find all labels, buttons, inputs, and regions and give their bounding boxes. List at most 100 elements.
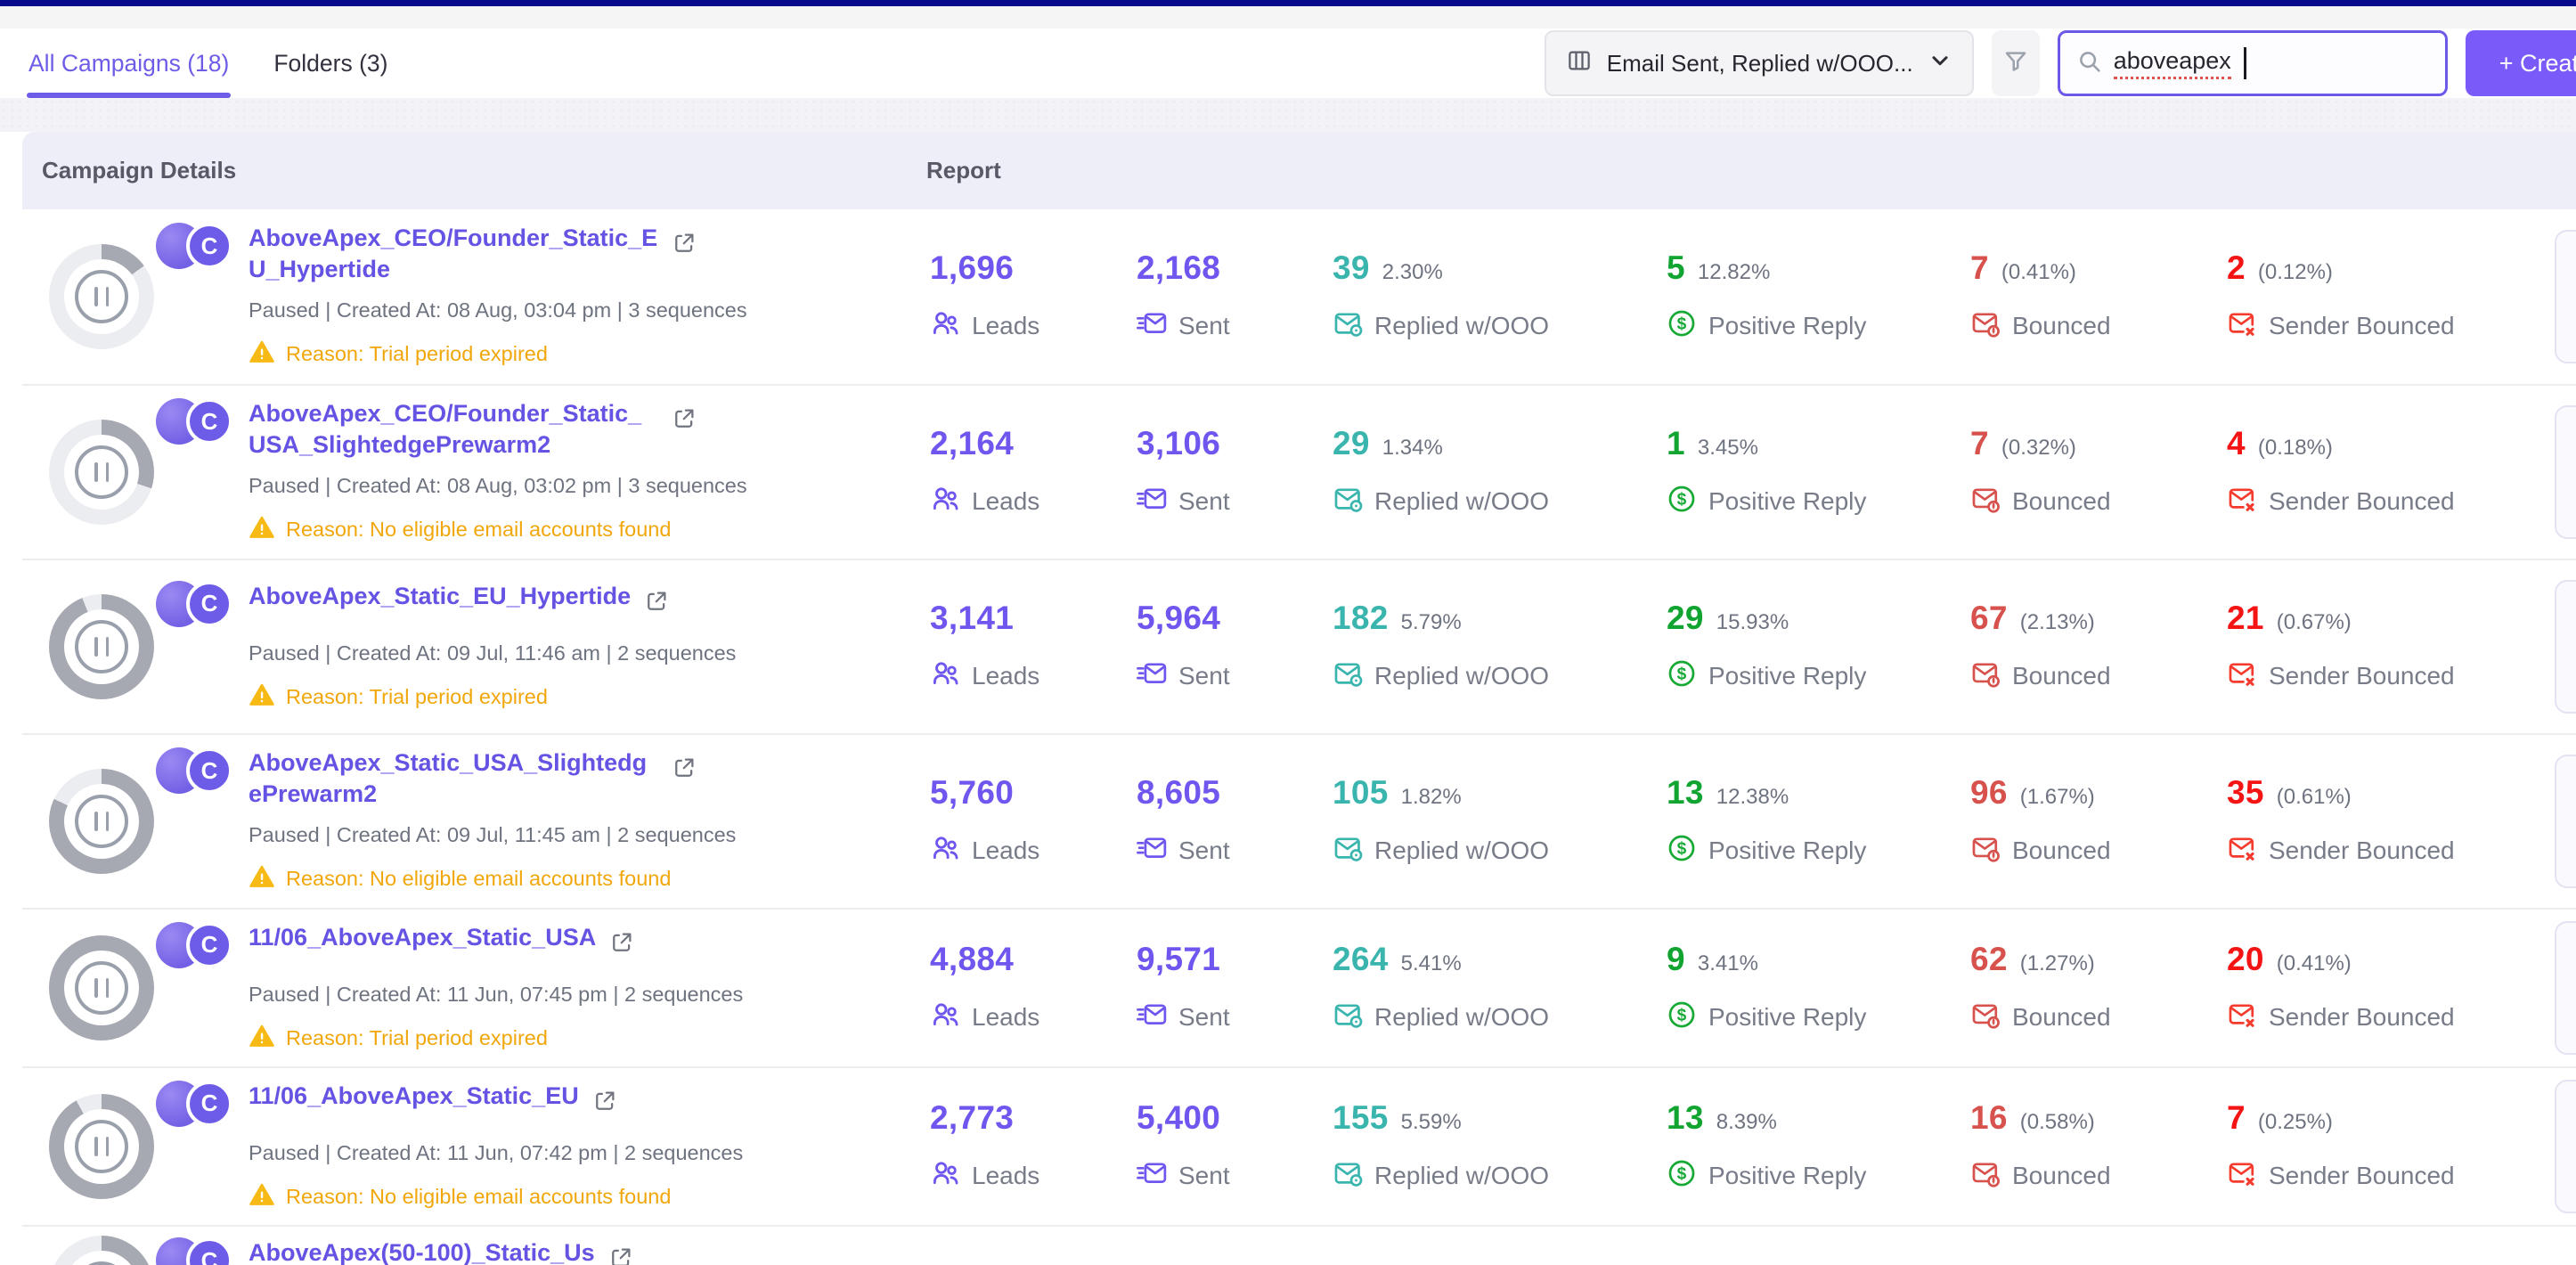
row-edge-panel[interactable] xyxy=(2555,230,2576,363)
warning-icon xyxy=(249,514,275,546)
external-link-icon[interactable] xyxy=(591,1088,618,1119)
tab-all-campaigns[interactable]: All Campaigns (18) xyxy=(27,29,232,98)
stat-sender-bounced: 4 (0.18%) Sender Bounced xyxy=(2227,425,2576,520)
stat-positive-reply: 13 12.38% $ Positive Reply xyxy=(1667,774,1970,869)
external-link-icon[interactable] xyxy=(671,755,697,786)
sent-value: 3,106 xyxy=(1137,424,1221,461)
bounced-label: Bounced xyxy=(2012,312,2111,339)
chevron-down-icon xyxy=(1928,48,1952,79)
report-columns-dropdown-label: Email Sent, Replied w/OOO... xyxy=(1606,49,1913,77)
svg-text:$: $ xyxy=(1677,665,1687,683)
stat-leads: 2,773 Leads xyxy=(930,1099,1137,1195)
tab-folders[interactable]: Folders (3) xyxy=(272,29,389,98)
external-link-icon[interactable] xyxy=(671,405,697,437)
client-badge: C xyxy=(186,747,232,795)
sender-bounced-value: 2 xyxy=(2227,249,2246,286)
positive-reply-value: 13 xyxy=(1667,1098,1704,1136)
pause-bar xyxy=(105,462,109,482)
positive-reply-percent: 12.82% xyxy=(1697,259,1771,284)
replied-value: 264 xyxy=(1333,940,1389,977)
campaign-name-link[interactable]: AboveApex_Static_EU_Hypertide xyxy=(249,581,631,611)
sent-icon xyxy=(1137,484,1167,520)
row-edge-panel[interactable] xyxy=(2555,405,2576,539)
row-edge-panel[interactable] xyxy=(2555,1080,2576,1213)
row-edge-panel[interactable] xyxy=(2555,580,2576,714)
svg-text:$: $ xyxy=(1677,1164,1687,1183)
campaign-details-cell: C AboveApex_CEO/Founder_Static_USA_Sligh… xyxy=(156,398,930,545)
positive-reply-icon: $ xyxy=(1667,1158,1697,1195)
progress-ring-column xyxy=(22,244,156,349)
positive-reply-label: Positive Reply xyxy=(1708,1003,1867,1031)
campaign-title-line: C AboveApex_CEO/Founder_Static_EU_Hypert… xyxy=(156,223,903,283)
leads-label: Leads xyxy=(972,487,1040,515)
create-campaign-button[interactable]: + Create xyxy=(2465,30,2576,96)
campaign-name-link[interactable]: AboveApex_CEO/Founder_Static_USA_Slighte… xyxy=(249,398,658,459)
stat-sent: 5,964 Sent xyxy=(1137,600,1333,695)
stat-replied: 155 5.59% Replied w/OOO xyxy=(1333,1099,1667,1195)
search-input[interactable]: aboveapex xyxy=(2057,30,2448,96)
campaign-name-link[interactable]: AboveApex(50-100)_Static_Us xyxy=(249,1237,595,1265)
campaign-name-link[interactable]: AboveApex_Static_USA_SlightedgePrewarm2 xyxy=(249,747,658,808)
replied-icon xyxy=(1333,833,1363,869)
pause-button[interactable] xyxy=(75,795,128,848)
pause-button[interactable] xyxy=(75,270,128,323)
campaign-name-link[interactable]: 11/06_AboveApex_Static_EU xyxy=(249,1081,579,1111)
campaign-reason-text: Reason: No eligible email accounts found xyxy=(286,1185,672,1208)
campaign-reason-text: Reason: Trial period expired xyxy=(286,685,548,708)
sent-value: 9,571 xyxy=(1137,940,1221,977)
positive-reply-percent: 12.38% xyxy=(1716,784,1789,809)
bounced-icon xyxy=(1970,1000,2001,1036)
pause-button[interactable] xyxy=(75,1120,128,1173)
client-badge: C xyxy=(186,580,232,627)
pause-button[interactable] xyxy=(75,1261,128,1265)
pause-button[interactable] xyxy=(75,620,128,673)
pause-bar xyxy=(94,637,98,657)
external-link-icon[interactable] xyxy=(608,929,635,960)
replied-label: Replied w/OOO xyxy=(1374,312,1550,339)
row-edge-panel[interactable] xyxy=(2555,755,2576,888)
filter-button[interactable] xyxy=(1991,30,2040,96)
campaign-reason: Reason: No eligible email accounts found xyxy=(249,863,903,895)
replied-percent: 5.79% xyxy=(1400,609,1462,634)
report-columns-dropdown[interactable]: Email Sent, Replied w/OOO... xyxy=(1544,30,1974,96)
positive-reply-value: 5 xyxy=(1667,249,1685,286)
client-badge: C xyxy=(186,921,232,968)
sender-bounced-icon xyxy=(2227,833,2257,869)
replied-icon xyxy=(1333,308,1363,345)
bounced-icon xyxy=(1970,1158,2001,1195)
bounced-icon xyxy=(1970,658,2001,695)
bounced-percent: (0.32%) xyxy=(2001,435,2076,460)
svg-text:$: $ xyxy=(1677,314,1687,333)
sender-bounced-percent: (0.25%) xyxy=(2257,1109,2333,1134)
external-link-icon[interactable] xyxy=(607,1245,634,1265)
progress-ring-column xyxy=(22,1094,156,1199)
bounced-value: 67 xyxy=(1970,599,2008,636)
table-header: Campaign Details Report xyxy=(22,132,2576,209)
campaign-name-link[interactable]: AboveApex_CEO/Founder_Static_EU_Hypertid… xyxy=(249,223,658,283)
sent-icon xyxy=(1137,1000,1167,1036)
sender-bounced-icon xyxy=(2227,308,2257,345)
positive-reply-icon: $ xyxy=(1667,308,1697,345)
campaign-name-link[interactable]: 11/06_AboveApex_Static_USA xyxy=(249,922,596,952)
external-link-icon[interactable] xyxy=(643,588,670,619)
bounced-percent: (2.13%) xyxy=(2019,609,2095,634)
external-link-icon[interactable] xyxy=(671,230,697,261)
positive-reply-icon: $ xyxy=(1667,833,1697,869)
campaign-details-cell: C AboveApex_CEO/Founder_Static_EU_Hypert… xyxy=(156,223,930,370)
row-edge-panel[interactable] xyxy=(2555,921,2576,1055)
campaign-title-line: C AboveApex(50-100)_Static_Us xyxy=(156,1237,903,1265)
leads-icon xyxy=(930,658,960,695)
campaigns-table: Campaign Details Report C AboveApex_CEO/… xyxy=(22,132,2576,1265)
bounced-value: 62 xyxy=(1970,940,2008,977)
bounced-icon xyxy=(1970,308,2001,345)
stat-sent: 5,400 Sent xyxy=(1137,1099,1333,1195)
sender-bounced-label: Sender Bounced xyxy=(2269,487,2455,515)
pause-button[interactable] xyxy=(75,961,128,1015)
pause-bar xyxy=(105,812,109,831)
campaign-title-line: C AboveApex_CEO/Founder_Static_USA_Sligh… xyxy=(156,398,903,459)
replied-icon xyxy=(1333,1000,1363,1036)
campaign-row: C AboveApex_Static_USA_SlightedgePrewarm… xyxy=(22,733,2576,908)
warning-icon xyxy=(249,863,275,895)
replied-label: Replied w/OOO xyxy=(1374,837,1550,864)
pause-button[interactable] xyxy=(75,445,128,499)
